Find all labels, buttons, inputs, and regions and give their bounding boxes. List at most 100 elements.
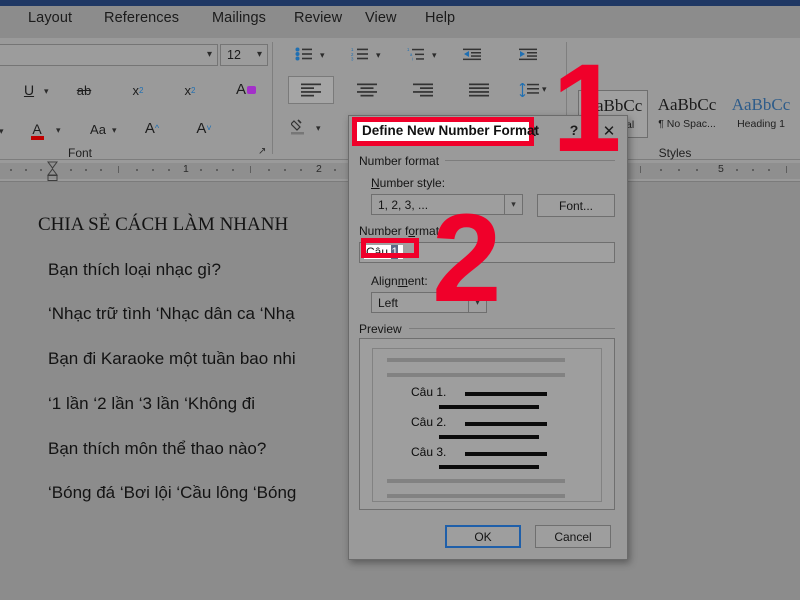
define-new-number-format-dialog: Define New Number Format ? ✕ Number form…	[348, 115, 628, 560]
font-size-value: 12	[227, 48, 241, 62]
tab-layout[interactable]: Layout	[28, 10, 72, 26]
superscript-button[interactable]: x2	[178, 80, 202, 100]
preview-row: Câu 3.	[373, 445, 603, 463]
preview-number-1: Câu 1.	[411, 385, 447, 399]
font-button[interactable]: Font...	[537, 194, 615, 217]
style-name: Heading 1	[737, 118, 785, 130]
preview-number-2: Câu 2.	[411, 415, 447, 429]
line-spacing-button[interactable]	[516, 78, 542, 102]
document-line-4: ‘1 lần ‘2 lần ‘3 lần ‘Không đi	[48, 394, 255, 413]
ribbon-tab-bar: Layout References Mailings Review View H…	[0, 6, 800, 38]
style-heading-1[interactable]: AaBbCc Heading 1	[726, 90, 796, 138]
document-line-3: Bạn đi Karaoke một tuần bao nhi	[48, 349, 296, 368]
grow-font-button[interactable]: A ^	[140, 118, 164, 138]
decrease-indent-button[interactable]	[460, 44, 484, 64]
style-sample: AaBbCc	[731, 95, 791, 114]
styles-group-label: Styles	[658, 146, 692, 160]
preview-black-line	[439, 405, 539, 409]
style-sample: AaBbCc	[657, 95, 717, 114]
number-format-suffix: .	[398, 245, 402, 259]
annotation-step-1: 1	[552, 39, 622, 178]
preview-row: Câu 1.	[373, 385, 603, 403]
tab-review[interactable]: Review	[294, 10, 342, 26]
number-style-value: 1, 2, 3, ...	[378, 198, 429, 212]
chevron-down-icon[interactable]: ▾	[504, 195, 522, 214]
chevron-down-icon[interactable]: ▾	[432, 50, 437, 61]
ruler-number-2: 2	[316, 163, 322, 175]
align-left-button[interactable]	[288, 76, 334, 104]
font-group-label: Font	[67, 146, 92, 160]
preview-gray-line	[387, 373, 565, 377]
document-sheet: CHIA SẺ CÁCH LÀM NHANH Bạn thích loại nh…	[0, 174, 350, 514]
subscript-button[interactable]: x2	[126, 80, 150, 100]
number-format-prefix: Câu	[366, 245, 392, 259]
font-color-button[interactable]: A	[26, 118, 48, 140]
center-button[interactable]	[352, 78, 382, 102]
annotation-step-2: 2	[432, 189, 502, 328]
cancel-button-label: Cancel	[554, 529, 592, 544]
preview-black-line	[439, 435, 539, 439]
numbering-button[interactable]: 1 2 3	[348, 44, 372, 64]
tab-mailings[interactable]: Mailings	[212, 10, 266, 26]
ruler-number-5: 5	[718, 163, 724, 175]
cancel-button[interactable]: Cancel	[535, 525, 611, 548]
chevron-down-icon[interactable]: ▾	[320, 50, 325, 61]
chevron-down-icon[interactable]: ▾	[542, 84, 547, 95]
chevron-down-icon[interactable]: ▾	[44, 86, 49, 97]
chevron-down-icon: ▾	[206, 49, 212, 60]
increase-indent-button[interactable]	[516, 44, 540, 64]
document-line-6: ‘Bóng đá ‘Bơi lội ‘Cầu lông ‘Bóng	[48, 483, 297, 502]
svg-text:3: 3	[351, 57, 354, 61]
underline-button[interactable]: U	[18, 80, 40, 100]
preview-group-label: Preview	[359, 322, 402, 336]
document-line-5: Bạn thích môn thể thao nào?	[48, 439, 267, 458]
number-style-label: NNumber style:umber style:	[371, 176, 446, 190]
chevron-down-icon: ▾	[256, 49, 262, 60]
preview-row: Câu 2.	[373, 415, 603, 433]
style-no-spacing[interactable]: AaBbCc ¶ No Spac...	[652, 90, 722, 138]
preview-gray-line	[387, 358, 565, 362]
tab-help[interactable]: Help	[425, 10, 455, 26]
chevron-down-icon[interactable]: ▾	[0, 126, 4, 137]
shrink-font-button[interactable]: A ˅	[192, 118, 216, 138]
preview-gray-line	[387, 479, 565, 483]
bullets-button[interactable]	[292, 44, 316, 64]
alignment-value: Left	[378, 296, 399, 310]
group-divider	[409, 328, 615, 329]
chevron-down-icon[interactable]: ▾	[316, 123, 321, 134]
indent-marker-handle[interactable]	[47, 161, 58, 181]
ok-button[interactable]: OK	[445, 525, 521, 548]
font-name-combo[interactable]: ▾	[0, 44, 218, 66]
align-right-button[interactable]	[408, 78, 438, 102]
preview-box: Câu 1. Câu 2. Câu 3.	[359, 338, 615, 510]
tab-references[interactable]: References	[104, 10, 179, 26]
font-size-combo[interactable]: 12 ▾	[220, 44, 268, 66]
chevron-down-icon[interactable]: ▾	[376, 50, 381, 61]
multilevel-list-button[interactable]: 1 a i	[404, 44, 428, 64]
text-highlight-color-button[interactable]: A	[228, 79, 256, 100]
shading-button[interactable]	[288, 116, 312, 138]
font-dialog-launcher-icon[interactable]: ↗	[258, 146, 266, 157]
document-title-line: CHIA SẺ CÁCH LÀM NHANH	[38, 214, 289, 235]
font-button-label: Font...	[558, 198, 593, 213]
number-format-field-label: Number format:	[359, 224, 443, 238]
preview-gray-line	[387, 494, 565, 498]
strikethrough-button[interactable]: ab	[72, 80, 96, 100]
chevron-down-icon[interactable]: ▾	[56, 125, 61, 136]
document-line-1: Bạn thích loại nhạc gì?	[48, 260, 221, 279]
group-separator	[272, 42, 273, 154]
document-line-2: ‘Nhạc trữ tình ‘Nhạc dân ca ‘Nhạ	[48, 304, 295, 323]
alignment-label: Alignment:	[371, 274, 428, 288]
justify-button[interactable]	[464, 78, 494, 102]
number-format-group-label: Number format	[359, 154, 440, 168]
number-format-value: Câu 1.	[364, 245, 404, 259]
chevron-down-icon[interactable]: ▾	[112, 125, 117, 136]
preview-number-3: Câu 3.	[411, 445, 447, 459]
change-case-button[interactable]: Aa	[84, 120, 112, 138]
tab-view[interactable]: View	[365, 10, 397, 26]
svg-text:i: i	[412, 57, 413, 61]
preview-black-line	[439, 465, 539, 469]
ok-button-label: OK	[474, 529, 492, 544]
preview-canvas: Câu 1. Câu 2. Câu 3.	[372, 348, 602, 502]
style-name: ¶ No Spac...	[658, 118, 716, 130]
